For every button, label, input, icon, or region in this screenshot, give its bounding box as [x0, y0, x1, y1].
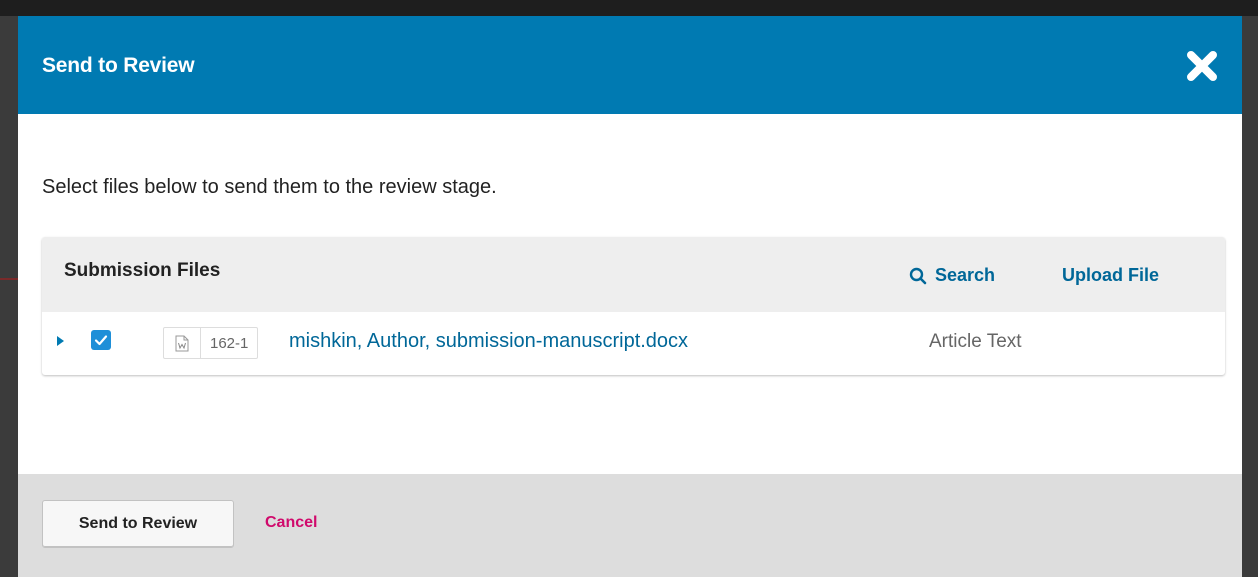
file-type: Article Text	[929, 331, 1022, 352]
send-to-review-modal: Send to Review Select files below to sen…	[18, 16, 1242, 577]
file-row: 162-1 mishkin, Author, submission-manusc…	[42, 312, 1225, 374]
background-page-right	[1242, 16, 1258, 577]
file-id-badge: 162-1	[163, 327, 259, 359]
files-panel-header: Submission Files Search Upload File	[42, 237, 1225, 312]
modal-header: Send to Review	[18, 16, 1242, 114]
background-page-left	[0, 16, 18, 577]
file-id: 162-1	[210, 334, 249, 352]
file-name-link[interactable]: mishkin, Author, submission-manuscript.d…	[289, 330, 688, 353]
search-link[interactable]: Search	[909, 265, 995, 286]
files-panel-title: Submission Files	[64, 260, 221, 281]
modal-body: Select files below to send them to the r…	[18, 114, 1242, 474]
word-document-icon	[175, 335, 189, 351]
expand-row-toggle[interactable]	[57, 336, 64, 346]
cancel-link[interactable]: Cancel	[265, 514, 317, 532]
intro-text: Select files below to send them to the r…	[42, 176, 497, 198]
search-label: Search	[935, 265, 996, 285]
send-to-review-button[interactable]: Send to Review	[42, 500, 234, 548]
modal-footer: Send to Review Cancel	[18, 474, 1242, 577]
upload-file-link[interactable]: Upload File	[1062, 265, 1159, 286]
close-button[interactable]	[1184, 48, 1220, 84]
submission-files-panel: Submission Files Search Upload File 162-…	[42, 237, 1225, 375]
file-select-checkbox[interactable]	[91, 330, 111, 350]
background-page-top	[0, 0, 1258, 16]
search-icon	[909, 267, 927, 284]
modal-title: Send to Review	[42, 54, 195, 77]
checkmark-icon	[94, 335, 108, 346]
close-icon	[1187, 51, 1217, 81]
background-divider	[0, 278, 18, 280]
